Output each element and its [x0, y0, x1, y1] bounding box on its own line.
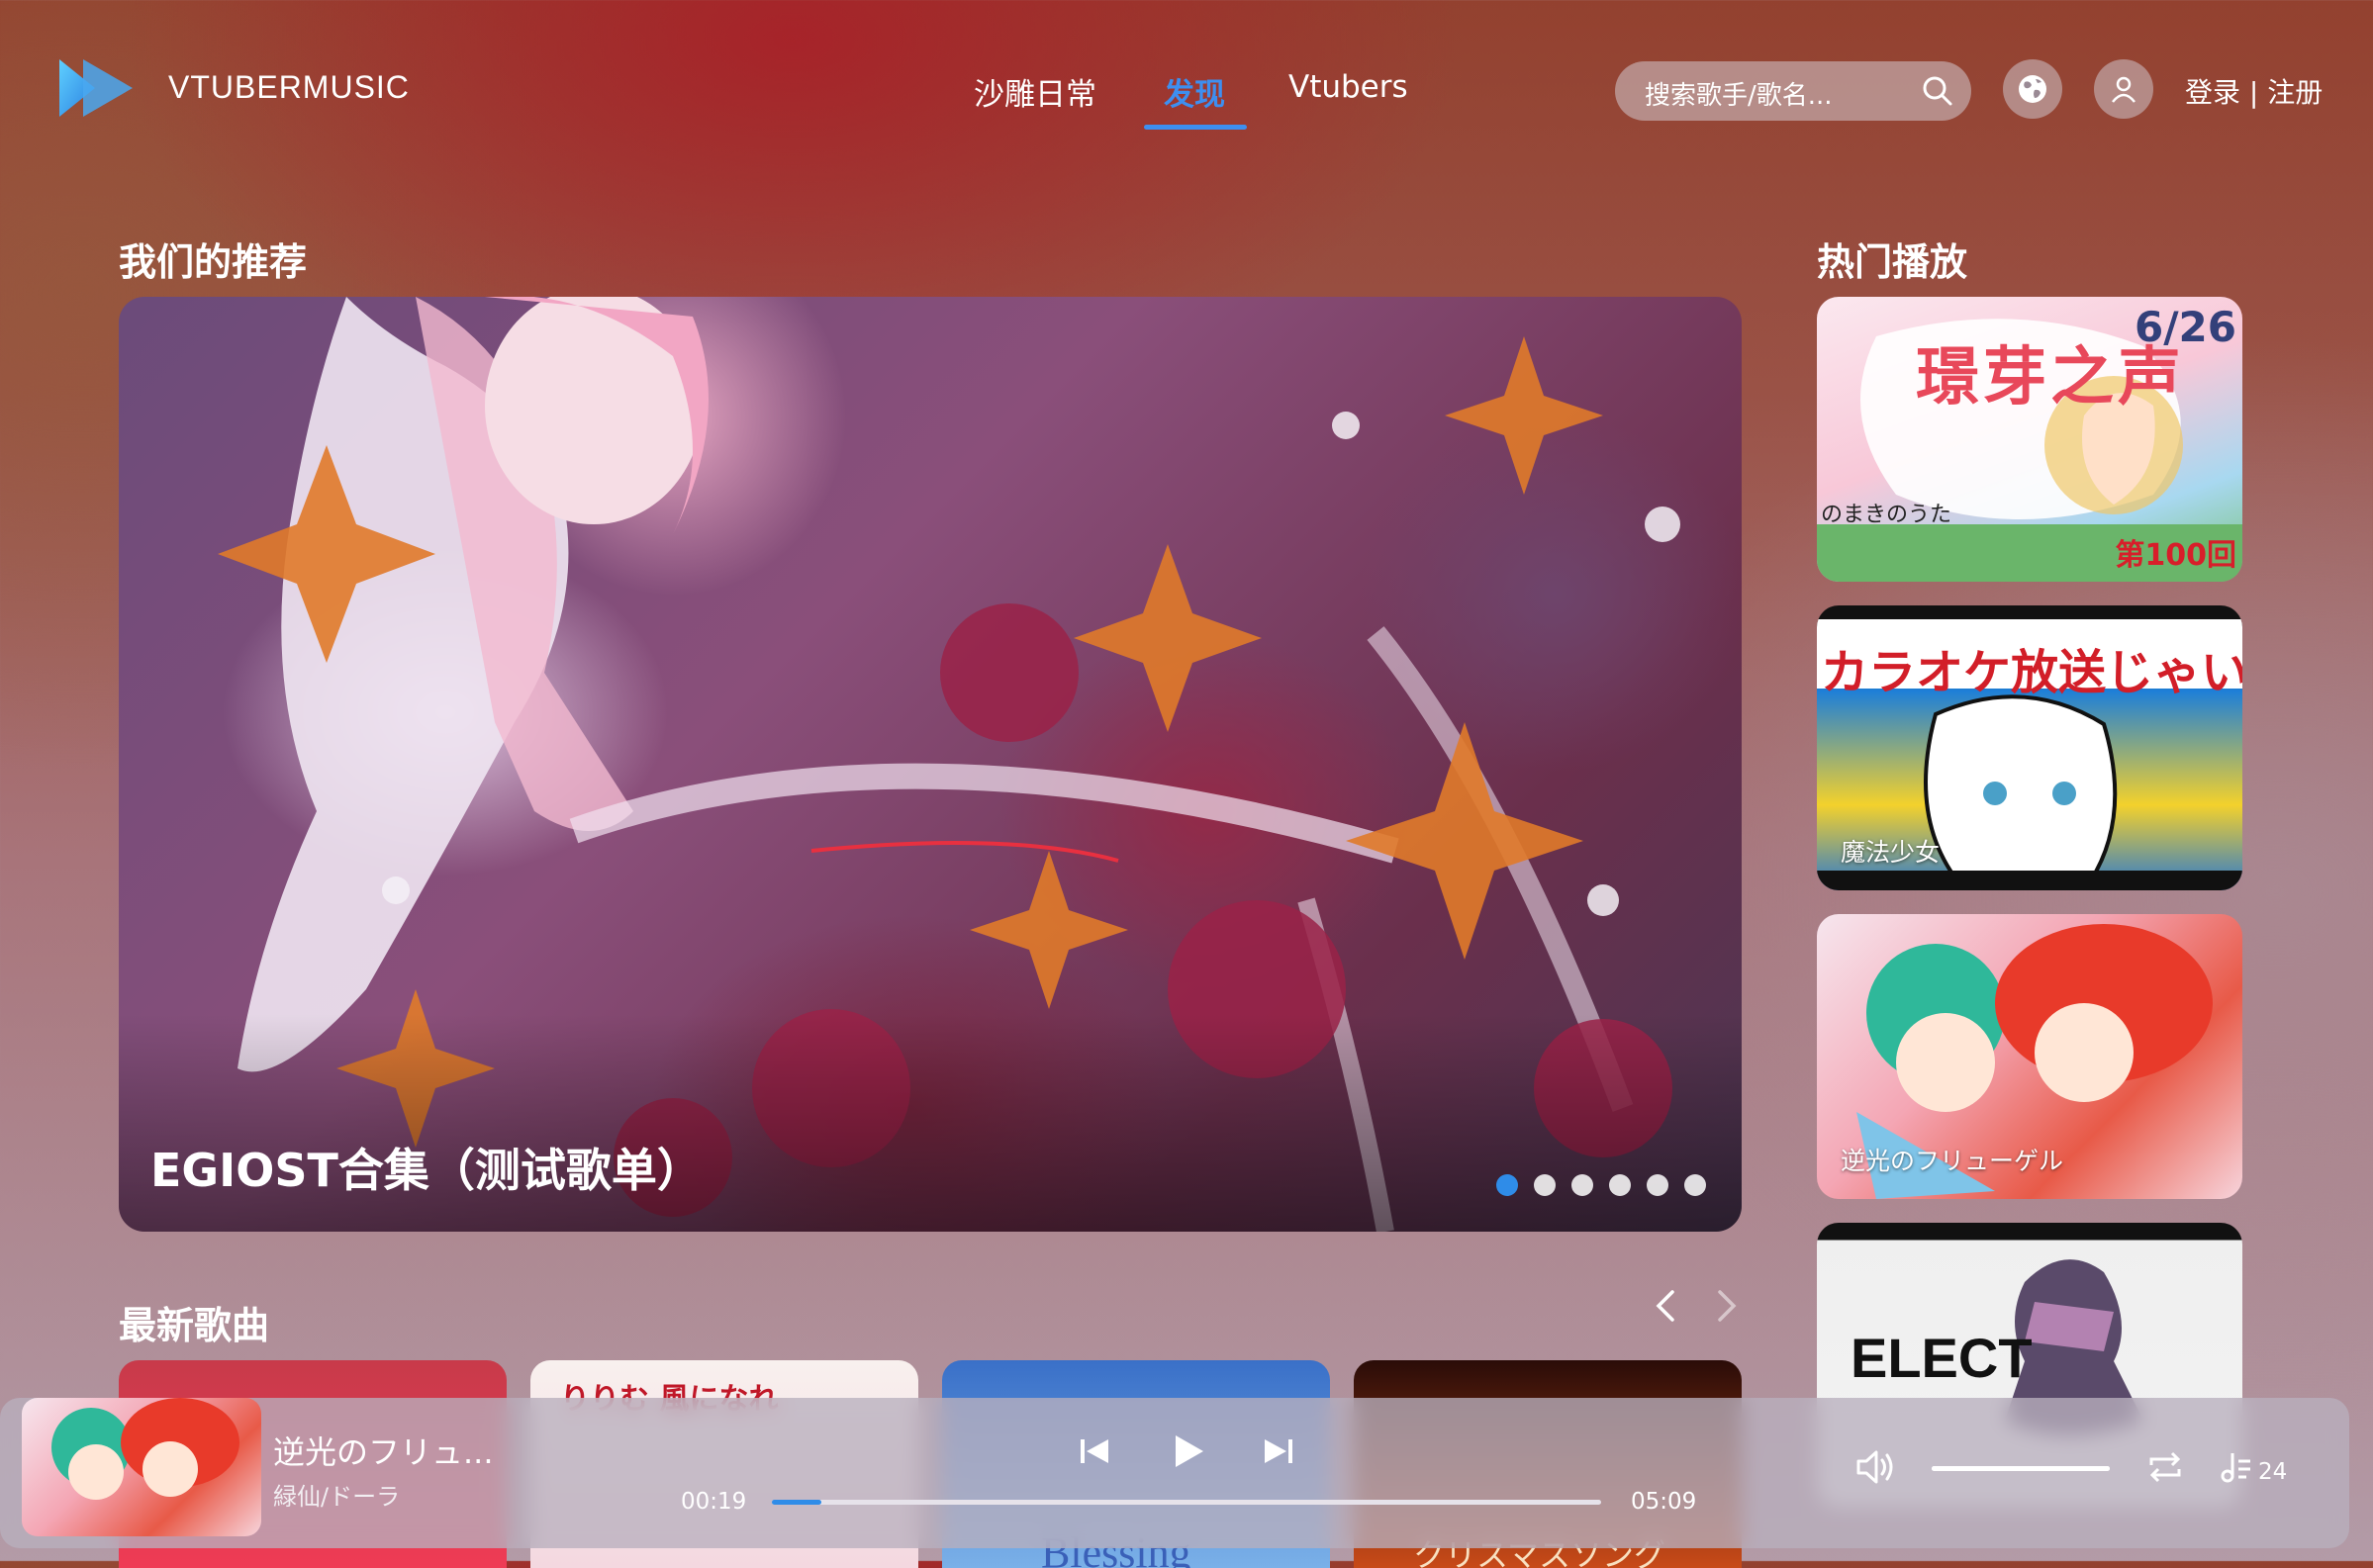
nav-item-daily[interactable]: 沙雕日常 — [974, 69, 1096, 114]
next-track-icon[interactable] — [1255, 1428, 1302, 1475]
search-icon[interactable] — [1922, 75, 1953, 107]
player-cover[interactable] — [22, 1398, 261, 1536]
chevron-left-icon[interactable] — [1651, 1286, 1680, 1326]
player-song-title: 逆光のフリュ... — [273, 1433, 494, 1471]
carousel-dot[interactable] — [1609, 1174, 1631, 1196]
volume-slider[interactable] — [1932, 1466, 2110, 1471]
user-button[interactable] — [2094, 59, 2153, 119]
progress-fill — [772, 1500, 822, 1505]
play-icon[interactable] — [1164, 1428, 1211, 1475]
hot-card-label: のまきのうた — [1821, 503, 1952, 527]
player-cover-artwork — [51, 1398, 239, 1500]
brand-name[interactable]: VTUBERMUSIC — [168, 69, 410, 106]
hot-card[interactable]: カラオケ放送じゃい 魔法少女 — [1817, 605, 2242, 890]
playlist-count: 24 — [2258, 1459, 2288, 1485]
carousel-dot[interactable] — [1684, 1174, 1706, 1196]
nav-item-vtubers[interactable]: Vtubers — [1288, 69, 1408, 105]
player-artist: 緑仙/ドーラ — [273, 1483, 401, 1511]
recommend-banner[interactable]: EGIOST合集（测试歌单） — [119, 297, 1742, 1232]
hot-card-label: 逆光のフリューゲル — [1841, 1147, 2064, 1175]
latest-title: 最新歌曲 — [119, 1304, 270, 1347]
logo-play-icon[interactable] — [55, 55, 137, 121]
carousel-dot[interactable] — [1647, 1174, 1668, 1196]
progress-bar[interactable] — [772, 1500, 1601, 1505]
hot-card-badge: 第100回 — [2115, 538, 2236, 573]
nav-active-indicator — [1144, 125, 1247, 130]
hot-card-big-text: 璟芽之声 — [1916, 341, 2185, 415]
volume-icon[interactable] — [1854, 1447, 1898, 1487]
hot-card-big-text: ELECT — [1851, 1327, 2033, 1389]
volume-fill — [1932, 1466, 2110, 1471]
hot-title: 热门播放 — [1817, 240, 1968, 284]
hot-card[interactable]: 逆光のフリューゲル — [1817, 914, 2242, 1199]
hot-card-label: 魔法少女 — [1841, 838, 1941, 867]
carousel-dots — [1496, 1174, 1706, 1196]
recommend-title: 我们的推荐 — [119, 240, 308, 284]
player-bar: 逆光のフリュ... 緑仙/ドーラ 00:19 05:09 — [0, 1398, 2349, 1548]
globe-icon — [2019, 75, 2046, 103]
language-button[interactable] — [2003, 59, 2062, 119]
banner-caption: EGIOST合集（测试歌单） — [150, 1144, 703, 1197]
playlist-icon[interactable] — [2217, 1447, 2256, 1487]
nav-item-discover[interactable]: 发现 — [1164, 69, 1225, 114]
user-icon — [2112, 76, 2136, 103]
repeat-icon[interactable] — [2145, 1447, 2185, 1487]
search-input[interactable]: 搜索歌手/歌名... — [1615, 61, 1971, 121]
login-register-link[interactable]: 登录 | 注册 — [2185, 71, 2323, 111]
current-time: 00:19 — [681, 1489, 747, 1515]
carousel-dot[interactable] — [1534, 1174, 1556, 1196]
total-time: 05:09 — [1631, 1489, 1697, 1515]
search-placeholder: 搜索歌手/歌名... — [1645, 81, 1833, 111]
hot-card-big-text: カラオケ放送じゃい — [1821, 645, 2242, 700]
carousel-dot[interactable] — [1571, 1174, 1593, 1196]
hot-card[interactable]: 6/26 璟芽之声 第100回 のまきのうた — [1817, 297, 2242, 582]
carousel-dot[interactable] — [1496, 1174, 1518, 1196]
chevron-right-icon[interactable] — [1712, 1286, 1742, 1326]
previous-track-icon[interactable] — [1071, 1428, 1118, 1475]
